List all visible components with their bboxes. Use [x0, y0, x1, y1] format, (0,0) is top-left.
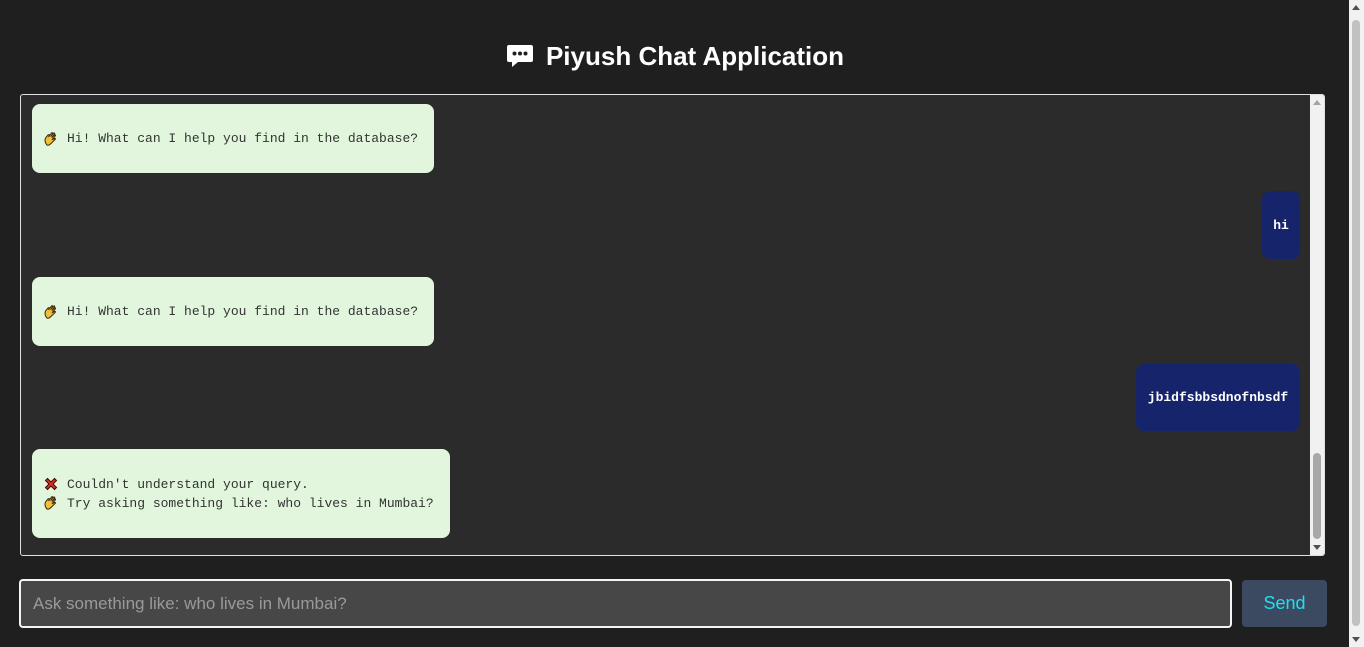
page-scrollbar[interactable] — [1349, 0, 1364, 647]
message-line: Hi! What can I help you find in the data… — [43, 129, 423, 148]
message-text: Couldn't understand your query. — [67, 476, 309, 492]
page-scroll-down-arrow-icon[interactable] — [1352, 637, 1360, 642]
waving-hand-icon — [44, 304, 57, 319]
chat-scroll-thumb[interactable] — [1313, 453, 1321, 539]
page-scroll-thumb[interactable] — [1352, 20, 1360, 626]
bot-message: Couldn't understand your query. Try aski… — [32, 449, 450, 538]
bot-message: Hi! What can I help you find in the data… — [32, 104, 434, 173]
message-line: Try asking something like: who lives in … — [43, 494, 439, 513]
speech-bubble-icon — [506, 45, 533, 67]
page-scroll-up-arrow-icon[interactable] — [1352, 5, 1360, 10]
user-message: jbidfsbbsdnofnbsdf — [1136, 364, 1300, 431]
message-input-row: Send — [19, 579, 1327, 628]
message-text: jbidfsbbsdnofnbsdf — [1147, 390, 1289, 405]
bot-message: Hi! What can I help you find in the data… — [32, 277, 434, 346]
message-line: Hi! What can I help you find in the data… — [43, 302, 423, 321]
chat-app: Piyush Chat Application Hi! What can I h… — [0, 0, 1364, 647]
send-button[interactable]: Send — [1242, 580, 1327, 627]
app-title-text: Piyush Chat Application — [545, 41, 845, 71]
message-text: Hi! What can I help you find in the data… — [67, 131, 419, 146]
cross-mark-icon — [44, 477, 58, 491]
user-message: hi — [1262, 191, 1300, 259]
chat-history[interactable]: Hi! What can I help you find in the data… — [20, 94, 1325, 556]
waving-hand-icon — [44, 496, 57, 510]
scroll-down-arrow-icon[interactable] — [1313, 545, 1321, 550]
waving-hand-icon — [44, 131, 57, 146]
query-input[interactable] — [19, 579, 1232, 628]
message-text: Try asking something like: who lives in … — [67, 495, 434, 511]
message-text: hi — [1273, 217, 1289, 233]
scroll-up-arrow-icon[interactable] — [1313, 100, 1321, 105]
page-title: Piyush Chat Application — [0, 38, 1350, 74]
message-line: Couldn't understand your query. — [43, 475, 439, 494]
message-text: Hi! What can I help you find in the data… — [67, 304, 419, 319]
chat-scrollbar[interactable] — [1310, 95, 1324, 555]
